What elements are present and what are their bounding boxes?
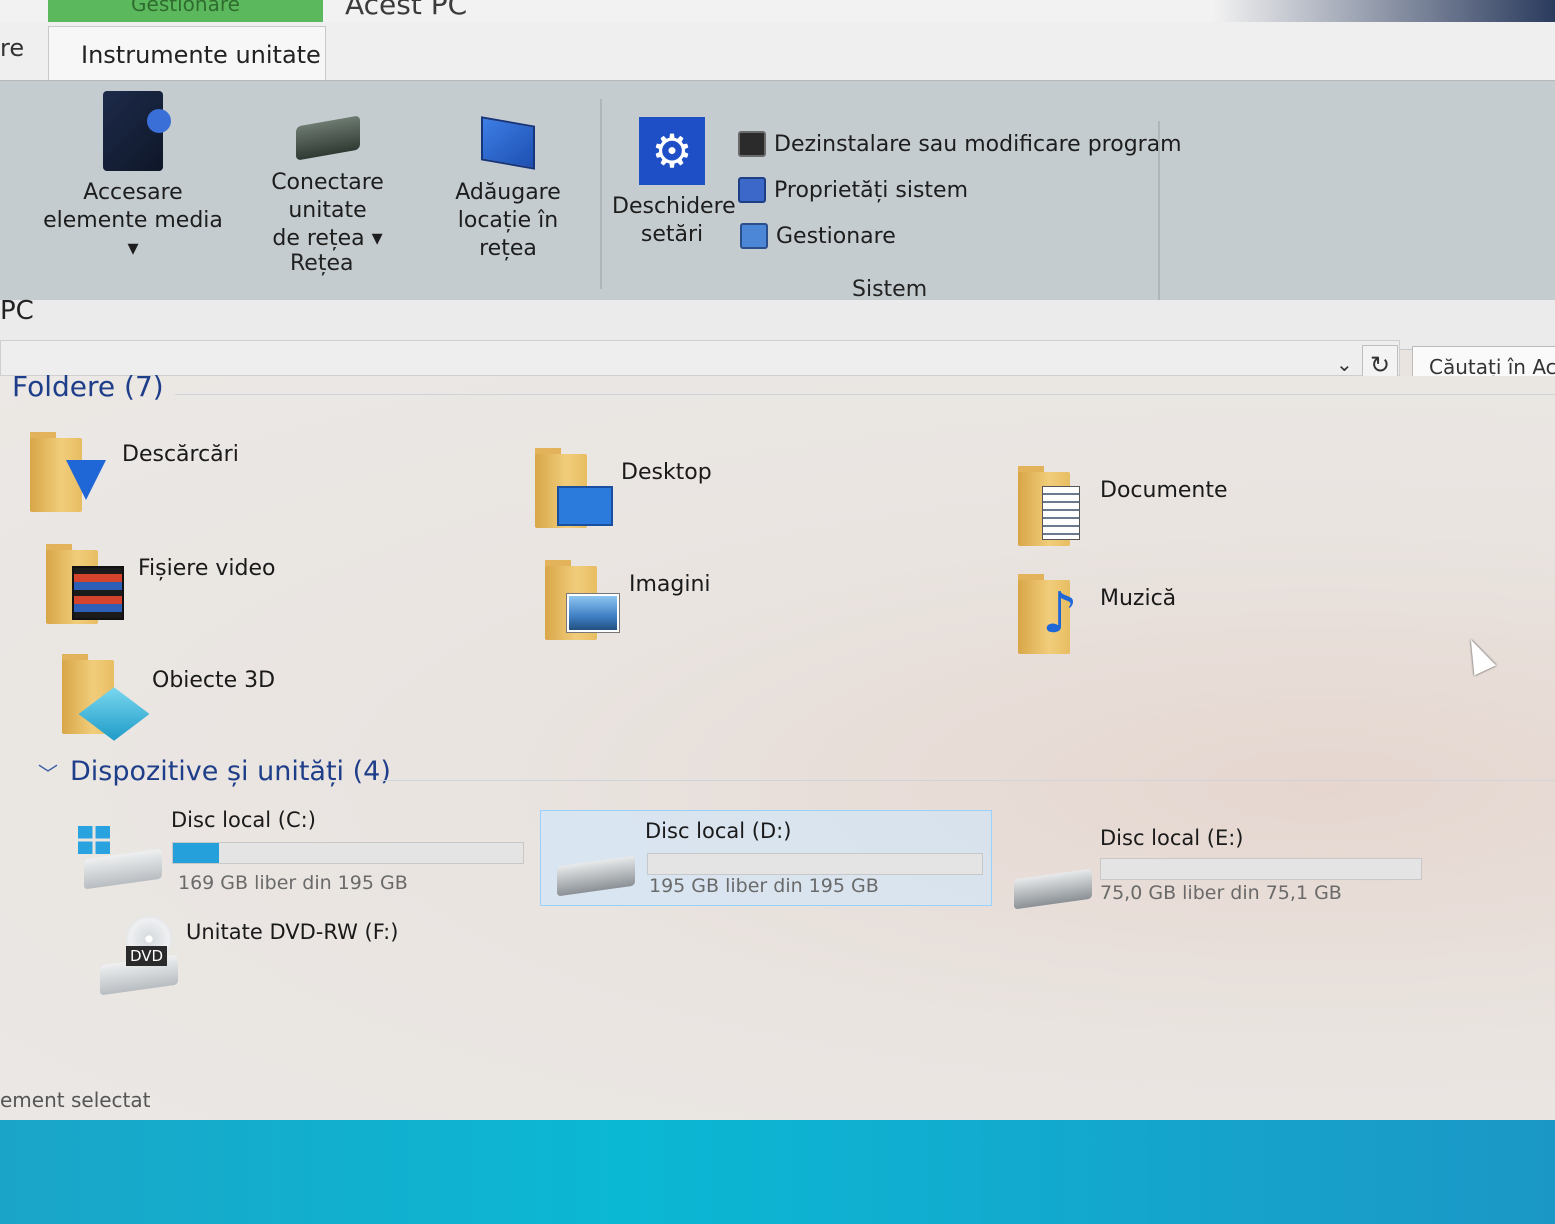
drive-free-space: 169 GB liber din 195 GB (178, 872, 408, 894)
document-page-icon (1042, 486, 1080, 540)
open-settings-label-2: setări (640, 222, 704, 247)
drive-d[interactable]: Disc local (D:) 195 GB liber din 195 GB (540, 810, 992, 906)
add-network-location-label-1: Adăugare (455, 180, 561, 205)
taskbar (0, 1120, 1555, 1224)
desktop-screen-icon (557, 486, 613, 526)
group-label-retea: Rețea (290, 251, 354, 276)
drive-label: Disc local (C:) (171, 808, 316, 832)
tab-partial[interactable]: re (0, 34, 24, 62)
uninstall-icon (738, 131, 766, 157)
folder-label: Documente (1100, 478, 1228, 503)
map-network-drive-button[interactable]: Conectare unitate de rețea ▾ (230, 115, 425, 253)
drive-label: Unitate DVD-RW (F:) (186, 920, 399, 944)
download-arrow-icon (66, 460, 106, 500)
map-network-drive-label-2: de rețea ▾ (272, 226, 383, 251)
media-access-button[interactable]: Accesare elemente media ▾ (38, 91, 228, 263)
drive-usage-bar (647, 853, 983, 875)
network-drive-icon (295, 115, 360, 161)
folder-imagini[interactable]: Imagini (545, 560, 805, 650)
film-strip-icon (72, 566, 124, 620)
folder-desktop[interactable]: Desktop (535, 448, 795, 538)
network-location-icon (481, 116, 535, 170)
folder-label: Muzică (1100, 586, 1177, 611)
system-properties-label: Proprietăți sistem (774, 177, 969, 203)
folder-documente[interactable]: Documente (1018, 466, 1278, 556)
content-pane: Foldere (7) Descărcări Desktop Documente… (0, 370, 1555, 1121)
chevron-down-icon[interactable]: ⌄ (1336, 352, 1353, 376)
folders-section-heading[interactable]: Foldere (7) (12, 370, 164, 403)
folder-obiecte-3d[interactable]: Obiecte 3D (62, 654, 322, 744)
hard-drive-icon (557, 855, 635, 897)
media-server-icon (103, 91, 171, 171)
tab-instrumente-unitate[interactable]: Instrumente unitate (48, 26, 326, 84)
drive-usage-bar (172, 842, 524, 864)
folder-fisiere-video[interactable]: Fișiere video (46, 544, 306, 634)
hard-drive-icon (84, 848, 162, 890)
window-title: Acest PC (345, 0, 468, 21)
ribbon: Accesare elemente media ▾ Conectare unit… (0, 80, 1555, 302)
drive-label: Disc local (D:) (645, 819, 792, 843)
folder-label: Obiecte 3D (152, 668, 276, 693)
folder-descarcari[interactable]: Descărcări (30, 432, 290, 522)
folder-label: Fișiere video (138, 556, 276, 581)
computer-management-label: Gestionare (776, 223, 896, 249)
drive-usage-bar (1100, 858, 1422, 880)
settings-gear-icon: ⚙ (639, 117, 705, 185)
folder-label: Desktop (621, 460, 712, 485)
folder-label: Descărcări (122, 442, 239, 467)
devices-section-heading[interactable]: Dispozitive și unități (4) (70, 756, 391, 787)
dvd-badge: DVD (126, 946, 168, 966)
computer-management-icon (740, 223, 768, 249)
section-divider (380, 780, 1555, 781)
system-properties-button[interactable]: Proprietăți sistem (738, 177, 968, 203)
section-divider (175, 394, 1555, 395)
drive-e[interactable]: Disc local (E:) 75,0 GB liber din 75,1 G… (1010, 822, 1440, 912)
media-access-label-1: Accesare (83, 180, 183, 205)
folder-muzica[interactable]: ♪ Muzică (1018, 574, 1278, 664)
group-label-sistem: Sistem (852, 277, 928, 302)
landscape-picture-icon (566, 593, 620, 633)
folder-label: Imagini (629, 572, 711, 597)
hard-drive-icon (1014, 868, 1092, 910)
map-network-drive-label-1: Conectare unitate (271, 170, 384, 223)
open-settings-button[interactable]: ⚙ Deschidere setări (612, 117, 736, 249)
uninstall-program-button[interactable]: Dezinstalare sau modificare program (738, 131, 1182, 157)
music-note-icon: ♪ (1042, 581, 1078, 646)
address-field[interactable] (0, 340, 1400, 376)
windows-logo-icon (78, 826, 110, 854)
drive-free-space: 75,0 GB liber din 75,1 GB (1100, 882, 1342, 904)
add-network-location-label-2: locație în rețea (457, 208, 559, 261)
chevron-down-icon[interactable]: ﹀ (38, 758, 58, 787)
ribbon-separator (1158, 121, 1160, 301)
media-access-label-2: elemente media ▾ (43, 208, 223, 261)
drive-free-space: 195 GB liber din 195 GB (649, 875, 879, 897)
add-network-location-button[interactable]: Adăugare locație în rețea (428, 116, 588, 263)
uninstall-program-label: Dezinstalare sau modificare program (774, 131, 1182, 157)
context-tab-gestionare[interactable]: Gestionare (48, 0, 323, 22)
open-settings-label-1: Deschidere (612, 194, 736, 219)
system-properties-icon (738, 177, 766, 203)
drive-label: Disc local (E:) (1100, 826, 1244, 850)
drive-dvd-f[interactable]: DVD Unitate DVD-RW (F:) (96, 916, 436, 996)
drive-c[interactable]: Disc local (C:) 169 GB liber din 195 GB (76, 802, 536, 894)
drive-usage-fill (173, 843, 219, 863)
ribbon-separator (600, 99, 602, 289)
status-bar-text: ement selectat (0, 1088, 151, 1112)
breadcrumb[interactable]: PC (0, 296, 34, 326)
computer-management-button[interactable]: Gestionare (740, 223, 896, 249)
